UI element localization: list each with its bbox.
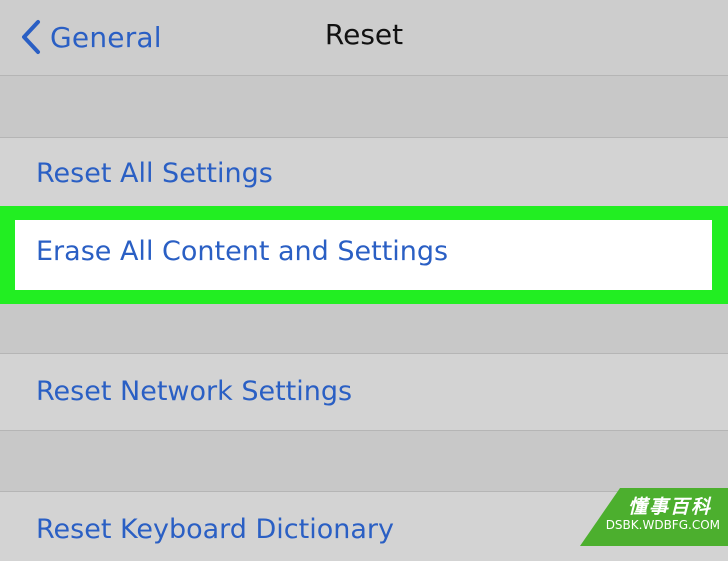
watermark-en-text: DSBK.WDBFG.COM [605, 518, 720, 532]
reset-all-settings-row[interactable]: Reset All Settings [0, 137, 728, 207]
reset-network-settings-row[interactable]: Reset Network Settings [0, 353, 728, 431]
page-title: Reset [324, 18, 404, 51]
reset-network-settings-label: Reset Network Settings [36, 376, 353, 407]
erase-all-content-label: Erase All Content and Settings [36, 236, 449, 267]
reset-keyboard-dictionary-label: Reset Keyboard Dictionary [36, 514, 394, 545]
watermark-cn-text: 懂事百科 [627, 496, 712, 518]
reset-all-settings-label: Reset All Settings [36, 158, 273, 189]
watermark: 懂事百科 DSBK.WDBFG.COM [580, 488, 728, 546]
erase-all-content-row[interactable]: Erase All Content and Settings [15, 220, 712, 290]
navigation-bar: General Reset [0, 0, 728, 76]
